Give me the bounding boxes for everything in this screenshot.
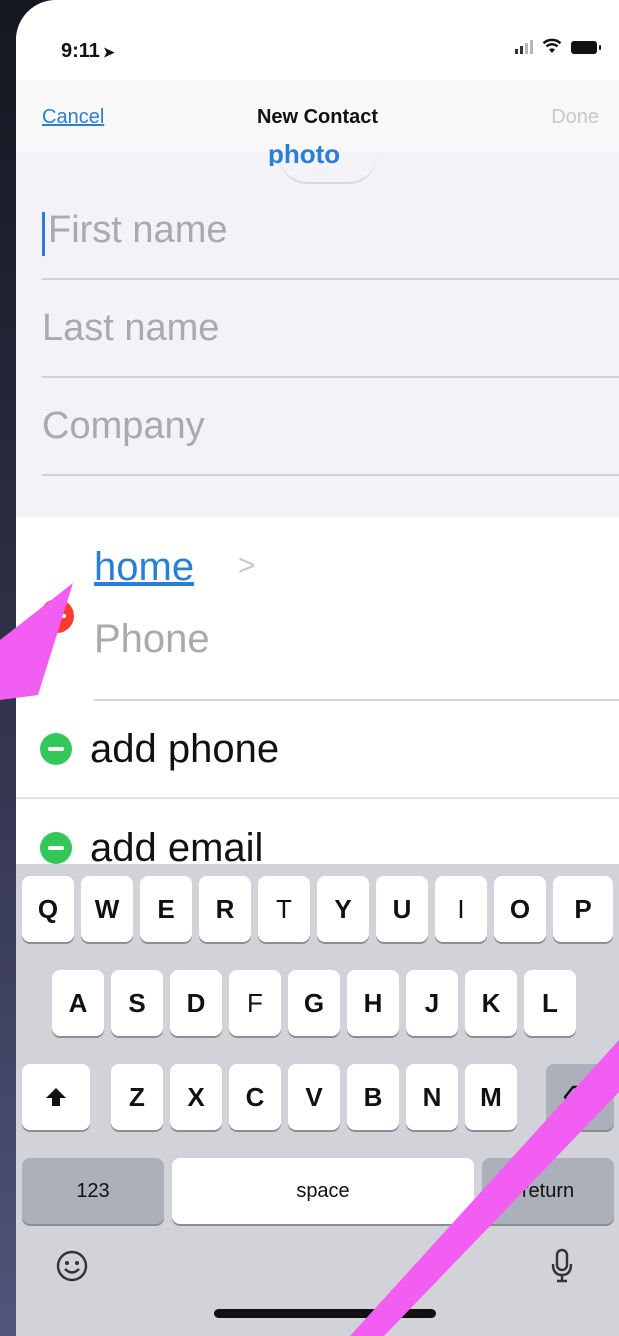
last-name-field[interactable] bbox=[42, 280, 619, 378]
key-y[interactable]: Y bbox=[317, 876, 369, 942]
first-name-field[interactable] bbox=[42, 182, 619, 280]
key-z[interactable]: Z bbox=[111, 1064, 163, 1130]
key-l[interactable]: L bbox=[524, 970, 576, 1036]
status-icons bbox=[515, 38, 601, 54]
key-b[interactable]: B bbox=[347, 1064, 399, 1130]
add-phone-row[interactable]: add phone bbox=[16, 701, 619, 799]
add-icon bbox=[40, 733, 72, 765]
nav-title: New Contact bbox=[256, 106, 379, 128]
company-input[interactable] bbox=[42, 404, 619, 448]
key-x[interactable]: X bbox=[170, 1064, 222, 1130]
key-c[interactable]: C bbox=[229, 1064, 281, 1130]
key-p[interactable]: P bbox=[553, 876, 613, 942]
key-g[interactable]: G bbox=[288, 970, 340, 1036]
key-r[interactable]: R bbox=[199, 876, 251, 942]
return-key[interactable]: return bbox=[482, 1158, 614, 1224]
location-arrow-icon: ➤ bbox=[102, 44, 115, 60]
key-w[interactable]: W bbox=[81, 876, 133, 942]
contact-form: photo home > add phone add email bbox=[16, 144, 619, 897]
phone-section: home > bbox=[16, 517, 619, 701]
shift-key[interactable] bbox=[22, 1064, 90, 1130]
key-h[interactable]: H bbox=[347, 970, 399, 1036]
phone-input[interactable] bbox=[94, 617, 619, 662]
add-phone-label: add phone bbox=[90, 726, 280, 771]
battery-icon bbox=[571, 41, 601, 54]
microphone-icon bbox=[551, 1248, 573, 1283]
status-time-text: 9:11 bbox=[61, 40, 100, 62]
text-caret bbox=[42, 212, 45, 256]
key-a[interactable]: A bbox=[52, 970, 104, 1036]
dictation-key[interactable] bbox=[542, 1246, 582, 1286]
key-q[interactable]: Q bbox=[22, 876, 74, 942]
status-time: 9:11 ➤ bbox=[61, 40, 115, 63]
emoji-icon bbox=[56, 1250, 88, 1282]
phone-label-home[interactable]: home bbox=[94, 545, 194, 590]
status-bar: 9:11 ➤ bbox=[16, 0, 619, 80]
key-f[interactable]: F bbox=[229, 970, 281, 1036]
key-d[interactable]: D bbox=[170, 970, 222, 1036]
done-button[interactable]: Done bbox=[551, 106, 599, 129]
home-indicator bbox=[214, 1309, 436, 1318]
phone-screen: 9:11 ➤ Cancel New Contact Done photo Fir… bbox=[16, 0, 619, 1336]
key-o[interactable]: O bbox=[494, 876, 546, 942]
key-k[interactable]: K bbox=[465, 970, 517, 1036]
key-n[interactable]: N bbox=[406, 1064, 458, 1130]
key-i[interactable]: I bbox=[435, 876, 487, 942]
shift-icon bbox=[46, 1088, 66, 1106]
signal-icon bbox=[515, 38, 533, 54]
company-field[interactable] bbox=[42, 378, 619, 476]
add-photo-link[interactable]: photo bbox=[268, 144, 340, 166]
add-icon bbox=[40, 832, 72, 864]
key-t[interactable]: T bbox=[258, 876, 310, 942]
key-s[interactable]: S bbox=[111, 970, 163, 1036]
key-u[interactable]: U bbox=[376, 876, 428, 942]
space-key[interactable]: space bbox=[172, 1158, 474, 1224]
emoji-key[interactable] bbox=[52, 1246, 92, 1286]
phone-field[interactable] bbox=[94, 617, 619, 701]
wifi-icon bbox=[542, 38, 562, 53]
key-m[interactable]: M bbox=[465, 1064, 517, 1130]
key-e[interactable]: E bbox=[140, 876, 192, 942]
backspace-key[interactable] bbox=[546, 1064, 614, 1130]
first-name-input[interactable] bbox=[48, 208, 619, 252]
remove-phone-button[interactable] bbox=[40, 599, 74, 633]
backspace-icon bbox=[563, 1085, 596, 1109]
nav-bar: Cancel New Contact Done bbox=[16, 80, 619, 152]
key-j[interactable]: J bbox=[406, 970, 458, 1036]
chevron-right-icon: > bbox=[238, 549, 256, 582]
last-name-input[interactable] bbox=[42, 306, 619, 350]
keyboard: Q W E R T Y U I O P A S D F G H J K L Z … bbox=[16, 864, 619, 1336]
numbers-key[interactable]: 123 bbox=[22, 1158, 164, 1224]
key-v[interactable]: V bbox=[288, 1064, 340, 1130]
